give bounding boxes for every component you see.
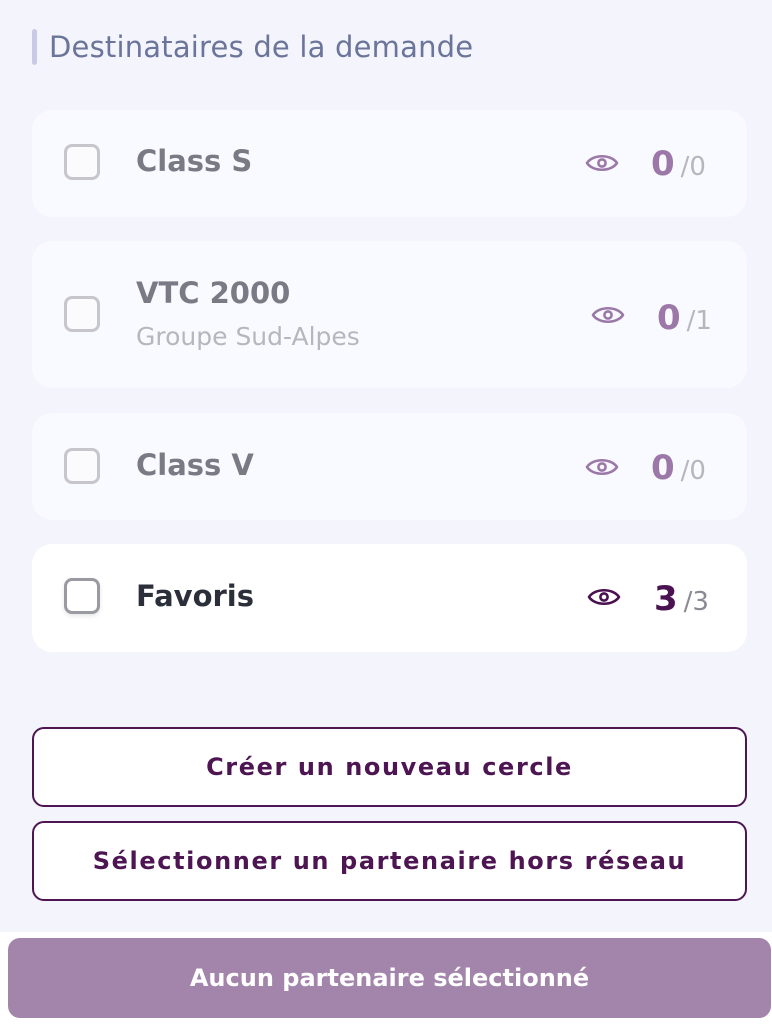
selected-count: 3 <box>654 579 678 619</box>
total-count: /1 <box>686 306 712 336</box>
group-card-vtc-2000[interactable]: VTC 2000 Groupe Sud-Alpes 0 /1 <box>32 241 747 388</box>
total-count: /0 <box>680 456 706 486</box>
group-subtitle: Groupe Sud-Alpes <box>136 322 360 351</box>
group-card-favoris[interactable]: Favoris 3 /3 <box>32 544 747 652</box>
member-count: 3 /3 <box>654 579 709 619</box>
eye-icon[interactable] <box>591 304 625 326</box>
member-count: 0 /0 <box>651 144 706 184</box>
eye-icon[interactable] <box>587 586 621 608</box>
group-checkbox[interactable] <box>64 144 100 180</box>
group-card-class-s[interactable]: Class S 0 /0 <box>32 110 747 217</box>
group-checkbox[interactable] <box>64 578 100 614</box>
group-name: VTC 2000 <box>136 276 291 310</box>
member-count: 0 /0 <box>651 448 706 488</box>
total-count: /0 <box>680 152 706 182</box>
group-name: Favoris <box>136 579 255 613</box>
select-outside-partner-button[interactable]: Sélectionner un partenaire hors réseau <box>32 821 747 901</box>
member-count: 0 /1 <box>657 298 712 338</box>
selected-count: 0 <box>651 144 675 184</box>
section-header: Destinataires de la demande <box>32 28 473 66</box>
footer-bar: Aucun partenaire sélectionné <box>0 932 772 1024</box>
create-circle-button[interactable]: Créer un nouveau cercle <box>32 727 747 807</box>
group-checkbox[interactable] <box>64 448 100 484</box>
recipients-panel: Destinataires de la demande Class S 0 /0… <box>0 0 772 932</box>
section-accent-bar <box>32 29 37 65</box>
eye-icon[interactable] <box>585 456 619 478</box>
group-name: Class V <box>136 448 254 482</box>
section-title: Destinataires de la demande <box>49 30 474 64</box>
selected-count: 0 <box>657 298 681 338</box>
group-name: Class S <box>136 144 253 178</box>
group-card-class-v[interactable]: Class V 0 /0 <box>32 413 747 520</box>
submit-button[interactable]: Aucun partenaire sélectionné <box>8 938 771 1018</box>
group-checkbox[interactable] <box>64 296 100 332</box>
total-count: /3 <box>683 587 709 617</box>
selected-count: 0 <box>651 448 675 488</box>
eye-icon[interactable] <box>585 152 619 174</box>
